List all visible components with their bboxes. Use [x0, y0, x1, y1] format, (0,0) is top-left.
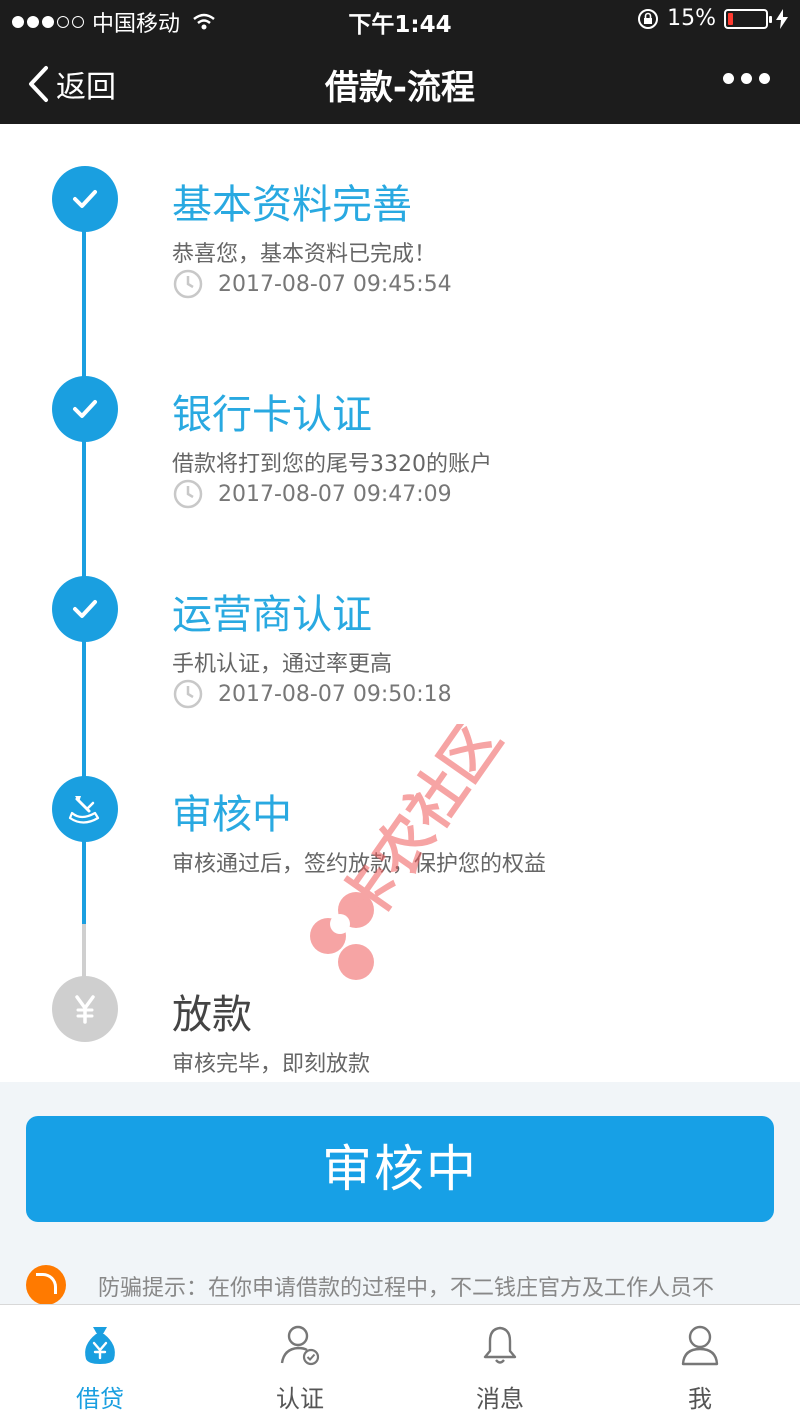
clock-icon — [173, 479, 203, 509]
step-timestamp: 2017-08-07 09:45:54 — [172, 268, 452, 300]
more-menu-button[interactable] — [723, 73, 770, 84]
bell-icon — [483, 1326, 517, 1364]
battery-percent: 15% — [667, 6, 716, 31]
more-dot-icon — [723, 73, 734, 84]
step-description: 手机认证，通过率更高 — [172, 652, 393, 677]
step-timestamp: 2017-08-07 09:50:18 — [172, 678, 452, 710]
status-bar: 中国移动 下午1:44 15% — [0, 0, 800, 40]
step-time-text: 2017-08-07 09:50:18 — [218, 681, 452, 707]
warning-tip-icon — [26, 1265, 66, 1305]
tab-label: 认证 — [276, 1385, 324, 1413]
user-verified-icon — [280, 1325, 320, 1366]
charging-bolt-icon — [776, 8, 788, 29]
tab-label: 我 — [688, 1385, 712, 1413]
status-right: 15% — [637, 6, 788, 31]
money-bag-icon — [85, 1327, 115, 1364]
loan-process-timeline: 基本资料完善 恭喜您，基本资料已完成！ 2017-08-07 09:45:54 … — [0, 124, 800, 1082]
more-dot-icon — [759, 73, 770, 84]
nav-bar: 返回 借款-流程 — [0, 40, 800, 124]
review-stamp-icon — [52, 776, 118, 842]
step-title: 银行卡认证 — [172, 392, 372, 438]
step-title: 审核中 — [172, 792, 292, 838]
clock-icon — [173, 679, 203, 709]
yen-icon — [52, 976, 118, 1042]
step-description: 审核完毕，即刻放款 — [172, 1052, 371, 1077]
tab-verification[interactable]: 认证 — [200, 1305, 400, 1423]
check-icon — [52, 376, 118, 442]
step-title: 运营商认证 — [172, 592, 372, 638]
step-title: 放款 — [172, 992, 252, 1038]
more-dot-icon — [741, 73, 752, 84]
step-description: 审核通过后，签约放款，保护您的权益 — [172, 852, 547, 877]
battery-fill — [728, 12, 734, 25]
tab-label: 借贷 — [76, 1385, 124, 1413]
check-icon — [52, 166, 118, 232]
rotation-lock-icon — [638, 8, 659, 29]
anti-fraud-tip: 防骗提示：在你申请借款的过程中，不二钱庄官方及工作人员不 — [98, 1276, 715, 1301]
page-title: 借款-流程 — [324, 68, 476, 108]
step-description: 恭喜您，基本资料已完成！ — [172, 242, 437, 267]
step-title: 基本资料完善 — [172, 182, 412, 228]
watermark-text: 卡农社区 — [326, 724, 515, 937]
bottom-tab-bar: 借贷 认证 消息 我 — [0, 1304, 800, 1423]
review-status-button[interactable]: 审核中 — [26, 1116, 774, 1222]
clock-icon — [173, 269, 203, 299]
tab-label: 消息 — [476, 1385, 524, 1413]
bottom-action-area: 审核中 防骗提示：在你申请借款的过程中，不二钱庄官方及工作人员不 — [0, 1082, 800, 1305]
user-icon — [681, 1325, 719, 1366]
tab-me[interactable]: 我 — [600, 1305, 800, 1423]
step-time-text: 2017-08-07 09:45:54 — [218, 271, 452, 297]
battery-icon — [724, 8, 772, 29]
tab-messages[interactable]: 消息 — [400, 1305, 600, 1423]
step-time-text: 2017-08-07 09:47:09 — [218, 481, 452, 507]
check-icon — [52, 576, 118, 642]
tab-loan[interactable]: 借贷 — [0, 1305, 200, 1423]
step-description: 借款将打到您的尾号3320的账户 — [172, 452, 492, 477]
step-timestamp: 2017-08-07 09:47:09 — [172, 478, 452, 510]
